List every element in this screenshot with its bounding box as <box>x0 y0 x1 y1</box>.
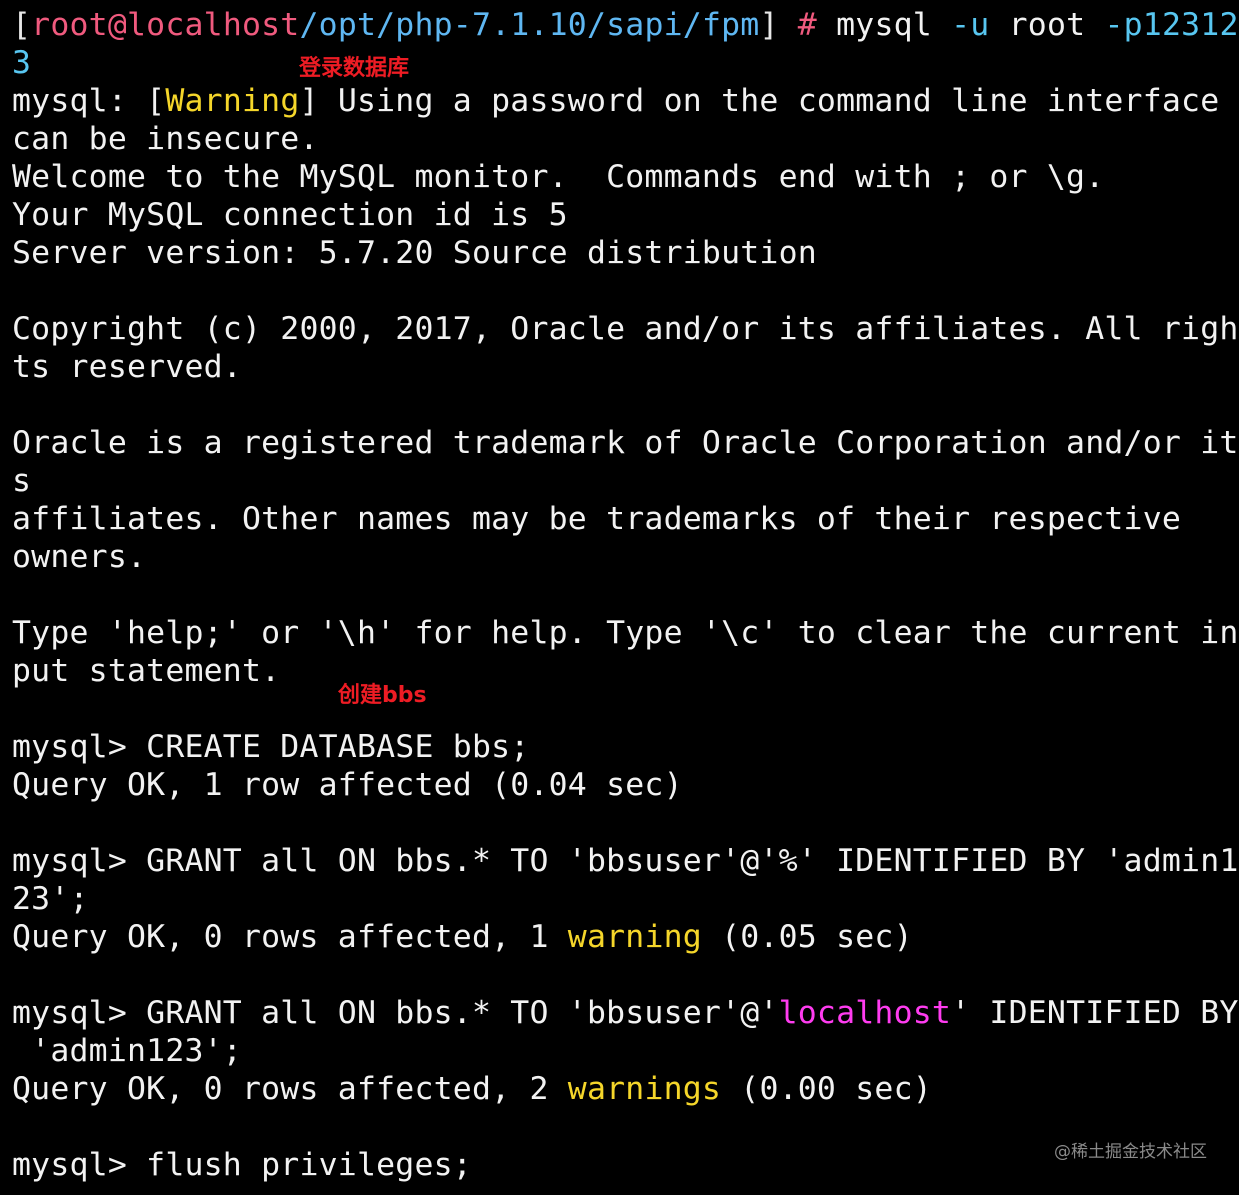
grant-all-hosts-result: Query OK, 0 rows affected, 1 warning (0.… <box>12 918 1235 956</box>
create-bbs-annotation: 创建bbs <box>338 683 427 708</box>
terminal-output[interactable]: [root@localhost/opt/php-7.1.10/sapi/fpm]… <box>12 6 1239 1184</box>
warning-line: mysql: [Warning] Using a password on the… <box>12 82 1235 120</box>
prompt-open-bracket: [ <box>12 7 32 43</box>
command-flag-p-wrap: 3 <box>12 45 32 81</box>
grant2-result-text: Query OK, 0 rows affected, 2 <box>12 1071 568 1107</box>
trademark-wrap-line: s <box>12 463 32 499</box>
create-database-command: mysql> CREATE DATABASE bbs; <box>12 729 530 765</box>
prompt-close-bracket: ] <box>759 7 779 43</box>
prompt-path: /opt/php-7.1.10/sapi/fpm <box>299 7 760 43</box>
welcome-line: Welcome to the MySQL monitor. Commands e… <box>12 159 1105 195</box>
grant-result-text: Query OK, 0 rows affected, 1 <box>12 919 568 955</box>
shell-prompt-line: [root@localhost/opt/php-7.1.10/sapi/fpm]… <box>12 6 1239 44</box>
command-user-arg: root <box>989 7 1105 43</box>
command-name: mysql <box>816 7 952 43</box>
warning-keyword: Warning <box>165 83 300 119</box>
command-flag-u: -u <box>951 7 990 43</box>
server-version-line: Server version: 5.7.20 Source distributi… <box>12 235 817 271</box>
shell-prompt-wrap-line: 3 <box>12 44 1235 82</box>
prompt-user-host: root@localhost <box>31 7 300 43</box>
create-database-result: Query OK, 1 row affected (0.04 sec) <box>12 767 683 803</box>
grant-all-hosts-command-wrap: 23'; <box>12 881 89 917</box>
grant-localhost-command-wrap: 'admin123'; <box>12 1033 242 1069</box>
copyright-wrap-line: ts reserved. <box>12 349 242 385</box>
grant-localhost-suffix: ' IDENTIFIED BY <box>951 995 1239 1031</box>
trademark-line-3: owners. <box>12 539 147 575</box>
grant-all-hosts-command: mysql> GRANT all ON bbs.* TO 'bbsuser'@'… <box>12 843 1239 879</box>
copyright-line: Copyright (c) 2000, 2017, Oracle and/or … <box>12 311 1239 347</box>
grant2-result-time: (0.00 sec) <box>721 1071 932 1107</box>
grant-localhost-prefix: mysql> GRANT all ON bbs.* TO 'bbsuser'@' <box>12 995 779 1031</box>
warning-prefix: mysql: [ <box>12 83 166 119</box>
prompt-hash: # <box>778 7 817 43</box>
trademark-line-2: affiliates. Other names may be trademark… <box>12 501 1182 537</box>
grant-localhost-command: mysql> GRANT all ON bbs.* TO 'bbsuser'@'… <box>12 994 1239 1032</box>
watermark: @稀土掘金技术社区 <box>1054 1142 1207 1162</box>
grant-localhost-host: localhost <box>778 995 952 1031</box>
flush-privileges-command: mysql> flush privileges; <box>12 1147 472 1183</box>
help-line: Type 'help;' or '\h' for help. Type '\c'… <box>12 615 1239 651</box>
warning-rest: ] Using a password on the command line i… <box>299 83 1220 119</box>
grant2-result-warnings: warnings <box>567 1071 722 1107</box>
help-wrap-line: put statement. <box>12 653 281 689</box>
command-flag-p: -p12312 <box>1104 7 1239 43</box>
connection-id-line: Your MySQL connection id is 5 <box>12 197 568 233</box>
grant-result-warning: warning <box>567 919 702 955</box>
warning-wrap-line: can be insecure. <box>12 121 319 157</box>
grant-localhost-result: Query OK, 0 rows affected, 2 warnings (0… <box>12 1070 1235 1108</box>
grant-result-time: (0.05 sec) <box>701 919 913 955</box>
trademark-line: Oracle is a registered trademark of Orac… <box>12 425 1239 461</box>
login-annotation: 登录数据库 <box>299 56 410 81</box>
